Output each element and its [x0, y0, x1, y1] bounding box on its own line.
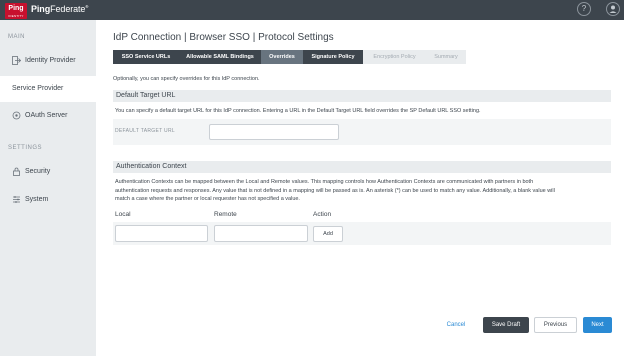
column-header-remote: Remote: [214, 211, 237, 218]
sidebar-item-label: Security: [25, 168, 51, 175]
default-target-description: You can specify a default target URL for…: [115, 108, 481, 114]
identity-provider-icon: [12, 56, 22, 67]
sidebar-item-label: Identity Provider: [25, 57, 76, 64]
sidebar-item-system[interactable]: System: [0, 187, 96, 213]
product-name-light: Federate: [50, 4, 86, 14]
trademark: ®: [85, 4, 89, 9]
tab-allowable-saml-bindings[interactable]: Allowable SAML Bindings: [179, 50, 261, 64]
intro-text: Optionally, you can specify overrides fo…: [113, 76, 260, 82]
oauth-icon: [12, 111, 21, 122]
logo-subtext: IDENTITY: [8, 14, 24, 18]
default-target-row: DEFAULT TARGET URL: [113, 119, 611, 145]
user-icon[interactable]: [606, 2, 620, 16]
tab-signature-policy[interactable]: Signature Policy: [303, 50, 363, 64]
page-title: IdP Connection | Browser SSO | Protocol …: [113, 32, 334, 43]
auth-context-description-1: Authentication Contexts can be mapped be…: [115, 179, 534, 185]
sidebar-item-security[interactable]: Security: [0, 159, 96, 185]
cancel-button[interactable]: Cancel: [443, 317, 469, 333]
tab-sso-service-urls[interactable]: SSO Service URLs: [113, 50, 179, 64]
sidebar-item-oauth-server[interactable]: OAuth Server: [0, 103, 96, 129]
next-button[interactable]: Next: [583, 317, 612, 333]
sidebar-item-label: OAuth Server: [25, 112, 68, 119]
tab-summary: Summary: [426, 50, 466, 64]
sidebar-item-label: Service Provider: [12, 85, 64, 92]
product-name-bold: Ping: [31, 4, 51, 14]
lock-icon: [12, 167, 21, 178]
question-icon[interactable]: ?: [577, 2, 591, 16]
default-target-url-input[interactable]: [209, 124, 339, 140]
auth-context-description-2: authentication requests and responses. A…: [115, 187, 555, 194]
local-context-input[interactable]: [115, 225, 208, 242]
ping-logo: Ping IDENTITY: [5, 3, 27, 19]
wizard-tabs: SSO Service URLs Allowable SAML Bindings…: [113, 50, 466, 64]
logo-text: Ping: [8, 5, 24, 12]
top-bar: Ping IDENTITY PingFederate® ?: [0, 0, 624, 20]
section-authentication-context: Authentication Context: [113, 161, 611, 173]
sidebar-item-label: System: [25, 196, 49, 203]
add-mapping-button[interactable]: Add: [313, 226, 343, 242]
active-indicator: [96, 84, 101, 94]
product-name: PingFederate®: [31, 4, 88, 14]
sidebar-heading-settings: SETTINGS: [8, 145, 43, 151]
default-target-label: DEFAULT TARGET URL: [115, 128, 175, 134]
gear-icon: [12, 195, 21, 206]
column-header-action: Action: [313, 211, 332, 218]
sidebar-item-service-provider[interactable]: Service Provider: [0, 76, 101, 102]
tab-encryption-policy: Encryption Policy: [363, 50, 426, 64]
remote-context-input[interactable]: [214, 225, 308, 242]
column-header-local: Local: [115, 211, 131, 218]
tab-overrides[interactable]: Overrides: [261, 50, 303, 64]
sidebar-item-identity-provider[interactable]: Identity Provider: [0, 48, 96, 74]
save-draft-button[interactable]: Save Draft: [483, 317, 529, 333]
sidebar: MAIN Identity Provider Service Provider …: [0, 20, 101, 356]
sidebar-heading-main: MAIN: [8, 34, 25, 40]
section-default-target-url: Default Target URL: [113, 90, 611, 102]
auth-context-description-3: match a case where the partner or local …: [115, 196, 300, 202]
previous-button[interactable]: Previous: [534, 317, 577, 333]
